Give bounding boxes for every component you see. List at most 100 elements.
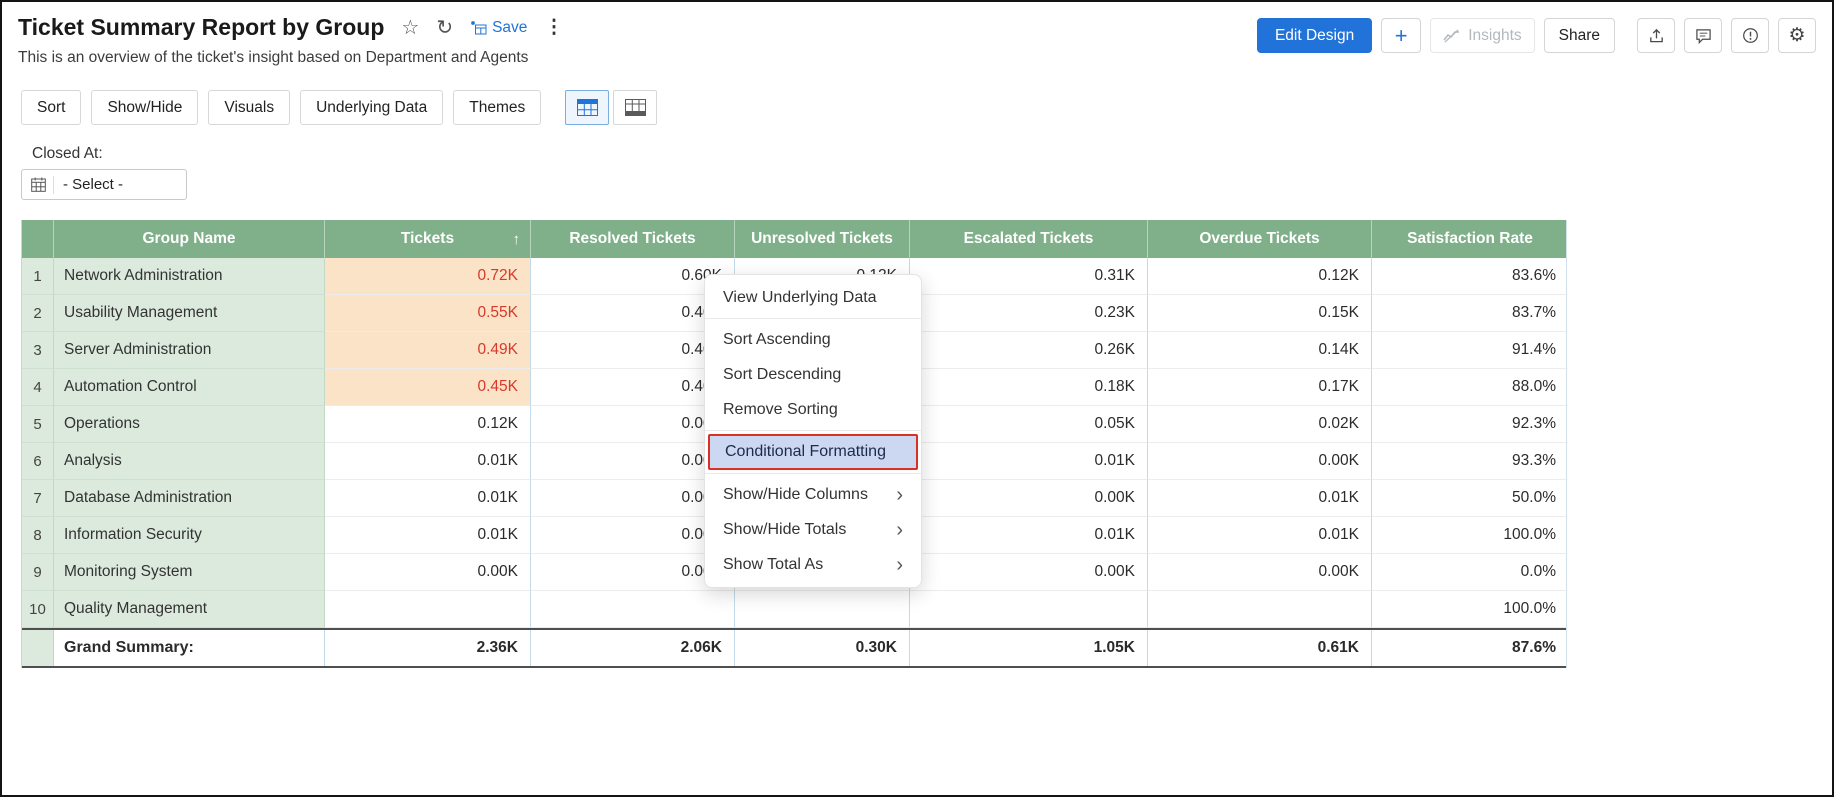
menu-item-remove-sorting[interactable]: Remove Sorting [705,392,921,427]
menu-item-sort-ascending[interactable]: Sort Ascending [705,322,921,357]
satisfaction-cell[interactable]: 100.0% [1372,591,1568,628]
sort-button[interactable]: Sort [21,90,81,125]
more-options-icon[interactable]: ⋮ [544,18,563,37]
underlying-data-button[interactable]: Underlying Data [300,90,443,125]
row-number: 5 [22,406,54,443]
favorite-star-icon[interactable]: ☆ [401,18,419,38]
group-cell[interactable]: Quality Management [54,591,325,628]
overdue-cell[interactable]: 0.00K [1148,443,1372,480]
group-cell[interactable]: Automation Control [54,369,325,406]
overdue-cell[interactable]: 0.15K [1148,295,1372,332]
comment-button[interactable] [1684,18,1722,53]
group-cell[interactable]: Monitoring System [54,554,325,591]
tickets-cell[interactable]: 0.12K [325,406,531,443]
satisfaction-cell[interactable]: 92.3% [1372,406,1568,443]
menu-item-label: Show Total As [723,556,823,574]
closed-at-select[interactable]: - Select - [21,169,187,200]
column-header-tickets[interactable]: Tickets ↑ [325,220,531,258]
grand-satisfaction: 87.6% [1372,630,1568,666]
group-cell[interactable]: Information Security [54,517,325,554]
edit-design-button[interactable]: Edit Design [1257,18,1372,53]
escalated-cell[interactable]: 0.00K [910,554,1148,591]
alert-button[interactable] [1731,18,1769,53]
overdue-cell[interactable] [1148,591,1372,628]
overdue-cell[interactable]: 0.02K [1148,406,1372,443]
context-menu: View Underlying Data Sort Ascending Sort… [704,274,922,588]
unresolved-cell[interactable] [735,591,910,628]
overdue-cell[interactable]: 0.12K [1148,258,1372,295]
tickets-cell[interactable]: 0.01K [325,443,531,480]
tickets-cell[interactable]: 0.45K [325,369,531,406]
column-header-unresolved-tickets[interactable]: Unresolved Tickets [735,220,910,258]
satisfaction-cell[interactable]: 0.0% [1372,554,1568,591]
visuals-button[interactable]: Visuals [208,90,290,125]
column-header-satisfaction-rate[interactable]: Satisfaction Rate [1372,220,1568,258]
insights-button[interactable]: Insights [1430,18,1534,53]
menu-item-show-total-as[interactable]: Show Total As › [705,547,921,582]
show-hide-button[interactable]: Show/Hide [91,90,198,125]
overdue-cell[interactable]: 0.14K [1148,332,1372,369]
overdue-cell[interactable]: 0.01K [1148,480,1372,517]
share-button[interactable]: Share [1544,18,1615,53]
themes-button[interactable]: Themes [453,90,541,125]
row-number: 1 [22,258,54,295]
group-cell[interactable]: Operations [54,406,325,443]
grand-summary-label: Grand Summary: [54,630,325,666]
tickets-cell[interactable]: 0.72K [325,258,531,295]
tickets-cell[interactable]: 0.55K [325,295,531,332]
tickets-cell[interactable]: 0.49K [325,332,531,369]
menu-item-show-hide-columns[interactable]: Show/Hide Columns › [705,477,921,512]
satisfaction-cell[interactable]: 83.6% [1372,258,1568,295]
escalated-cell[interactable]: 0.05K [910,406,1148,443]
grand-row-number [22,630,54,666]
column-header-escalated-tickets[interactable]: Escalated Tickets [910,220,1148,258]
tickets-cell[interactable] [325,591,531,628]
summary-view-toggle[interactable] [613,90,657,125]
row-number: 6 [22,443,54,480]
overdue-cell[interactable]: 0.00K [1148,554,1372,591]
escalated-cell[interactable]: 0.01K [910,517,1148,554]
menu-item-show-hide-totals[interactable]: Show/Hide Totals › [705,512,921,547]
escalated-cell[interactable]: 0.01K [910,443,1148,480]
export-button[interactable] [1637,18,1675,53]
menu-item-view-underlying-data[interactable]: View Underlying Data [705,280,921,315]
app-window: Ticket Summary Report by Group ☆ ↻ Save … [0,0,1834,797]
escalated-cell[interactable]: 0.18K [910,369,1148,406]
group-cell[interactable]: Database Administration [54,480,325,517]
column-header-resolved-tickets[interactable]: Resolved Tickets [531,220,735,258]
tickets-cell[interactable]: 0.00K [325,554,531,591]
save-button[interactable]: Save [470,19,527,37]
escalated-cell[interactable]: 0.00K [910,480,1148,517]
refresh-icon[interactable]: ↻ [436,18,453,38]
table-row: 10Quality Management100.0% [22,591,1566,628]
overdue-cell[interactable]: 0.17K [1148,369,1372,406]
escalated-cell[interactable]: 0.31K [910,258,1148,295]
comment-icon [1695,28,1712,44]
escalated-cell[interactable]: 0.26K [910,332,1148,369]
group-cell[interactable]: Server Administration [54,332,325,369]
satisfaction-cell[interactable]: 88.0% [1372,369,1568,406]
chevron-right-icon: › [896,555,903,575]
column-header-group-name[interactable]: Group Name [54,220,325,258]
satisfaction-cell[interactable]: 83.7% [1372,295,1568,332]
table-view-toggle[interactable] [565,90,609,125]
satisfaction-cell[interactable]: 93.3% [1372,443,1568,480]
settings-button[interactable]: ⚙ [1778,18,1816,53]
overdue-cell[interactable]: 0.01K [1148,517,1372,554]
resolved-cell[interactable] [531,591,735,628]
grand-resolved: 2.06K [531,630,735,666]
column-header-overdue-tickets[interactable]: Overdue Tickets [1148,220,1372,258]
escalated-cell[interactable] [910,591,1148,628]
escalated-cell[interactable]: 0.23K [910,295,1148,332]
tickets-cell[interactable]: 0.01K [325,517,531,554]
satisfaction-cell[interactable]: 91.4% [1372,332,1568,369]
add-button[interactable]: + [1381,18,1421,53]
menu-item-conditional-formatting[interactable]: Conditional Formatting [708,434,918,470]
group-cell[interactable]: Network Administration [54,258,325,295]
menu-item-sort-descending[interactable]: Sort Descending [705,357,921,392]
group-cell[interactable]: Analysis [54,443,325,480]
satisfaction-cell[interactable]: 50.0% [1372,480,1568,517]
tickets-cell[interactable]: 0.01K [325,480,531,517]
satisfaction-cell[interactable]: 100.0% [1372,517,1568,554]
group-cell[interactable]: Usability Management [54,295,325,332]
